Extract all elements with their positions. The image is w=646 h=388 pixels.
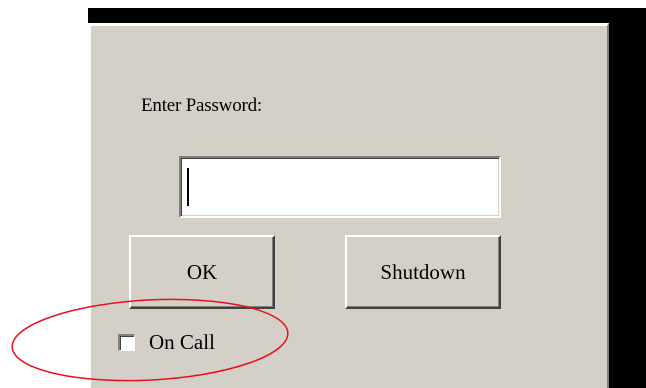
password-field[interactable] — [179, 156, 501, 218]
on-call-checkbox-row[interactable]: On Call — [118, 330, 215, 355]
password-input[interactable] — [181, 158, 499, 216]
on-call-label[interactable]: On Call — [149, 330, 215, 355]
password-prompt-label: Enter Password: — [141, 95, 263, 116]
text-caret — [187, 168, 189, 206]
ok-button[interactable]: OK — [129, 235, 275, 309]
on-call-checkbox[interactable] — [118, 334, 135, 351]
shutdown-button[interactable]: Shutdown — [345, 235, 501, 309]
